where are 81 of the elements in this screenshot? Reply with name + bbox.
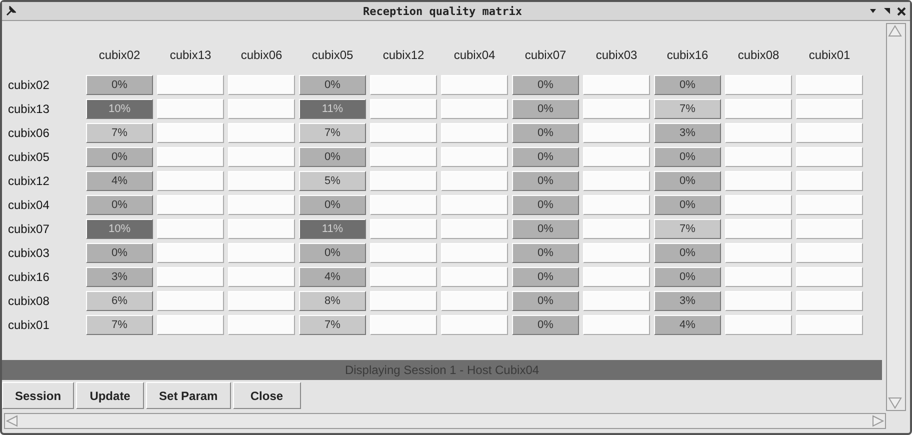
row-header: cubix13 — [8, 102, 50, 116]
maximize-icon[interactable] — [883, 7, 891, 15]
action-button[interactable]: Close — [232, 382, 301, 409]
matrix-cell: 7% — [86, 123, 153, 143]
matrix-cell: 3% — [654, 291, 721, 311]
matrix-cell: 0% — [654, 147, 721, 167]
column-header: cubix06 — [240, 47, 284, 64]
matrix-cell: 3% — [654, 123, 721, 143]
close-icon[interactable] — [897, 6, 906, 16]
row-header: cubix04 — [8, 198, 50, 212]
column-header: cubix08 — [736, 47, 780, 64]
matrix-cell: 3% — [86, 267, 153, 287]
matrix-cell: 8% — [299, 291, 366, 311]
row-header: cubix02 — [8, 78, 50, 92]
matrix-cell: 5% — [299, 171, 366, 191]
horizontal-scrollbar[interactable] — [4, 413, 886, 429]
matrix-cell: 7% — [654, 219, 721, 239]
matrix-cell: 0% — [86, 243, 153, 263]
vertical-scrollbar[interactable] — [886, 23, 906, 411]
matrix-cell: 0% — [512, 315, 579, 335]
matrix-cell: 4% — [654, 315, 721, 335]
matrix-cell: 10% — [86, 99, 153, 119]
matrix-cell: 0% — [512, 195, 579, 215]
row-header: cubix01 — [8, 318, 50, 332]
pin-icon[interactable] — [6, 6, 16, 16]
matrix-cell: 0% — [512, 171, 579, 191]
matrix-cell: 0% — [299, 147, 366, 167]
matrix-cell: 0% — [86, 195, 153, 215]
column-header: cubix16 — [666, 47, 710, 64]
matrix-cell: 0% — [512, 75, 579, 95]
matrix-cell: 7% — [299, 123, 366, 143]
matrix-cell: 0% — [512, 123, 579, 143]
column-header: cubix01 — [808, 47, 852, 64]
matrix-cell: 0% — [86, 75, 153, 95]
matrix-cell: 0% — [299, 75, 366, 95]
column-header: cubix02 — [98, 47, 142, 64]
matrix-cell: 0% — [654, 75, 721, 95]
matrix-cell: 0% — [654, 267, 721, 287]
matrix-cell: 6% — [86, 291, 153, 311]
column-header: cubix12 — [382, 47, 426, 64]
matrix-cell: 0% — [512, 291, 579, 311]
row-header: cubix06 — [8, 126, 50, 140]
scroll-left-icon[interactable] — [5, 415, 19, 427]
matrix-cell: 4% — [86, 171, 153, 191]
matrix-cell: 0% — [299, 243, 366, 263]
matrix-cell: 11% — [299, 219, 366, 239]
action-button[interactable]: Session — [2, 382, 74, 409]
matrix-cell: 10% — [86, 219, 153, 239]
minimize-icon[interactable] — [869, 7, 877, 15]
action-button[interactable]: Update — [76, 382, 144, 409]
scroll-down-icon[interactable] — [887, 396, 903, 410]
column-header: cubix13 — [168, 47, 212, 64]
matrix-cell: 0% — [512, 147, 579, 167]
row-header: cubix08 — [8, 294, 50, 308]
column-header: cubix07 — [524, 47, 568, 64]
action-button[interactable]: Set Param — [146, 382, 231, 409]
row-header: cubix03 — [8, 246, 50, 260]
row-header: cubix12 — [8, 174, 50, 188]
matrix-cell: 0% — [654, 195, 721, 215]
column-header: cubix03 — [594, 47, 638, 64]
matrix-cell: 0% — [512, 219, 579, 239]
matrix-cell: 0% — [512, 243, 579, 263]
matrix-cell: 0% — [299, 195, 366, 215]
scroll-right-icon[interactable] — [871, 415, 885, 427]
matrix-cell: 7% — [86, 315, 153, 335]
column-header: cubix04 — [452, 47, 496, 64]
row-header: cubix07 — [8, 222, 50, 236]
matrix-cell: 0% — [512, 99, 579, 119]
matrix-cell: 4% — [299, 267, 366, 287]
matrix-cell: 0% — [654, 171, 721, 191]
matrix-cell: 11% — [299, 99, 366, 119]
row-header: cubix16 — [8, 270, 50, 284]
matrix-cell: 7% — [299, 315, 366, 335]
matrix-cell: 0% — [654, 243, 721, 263]
window-title: Reception quality matrix — [362, 4, 523, 18]
row-header: cubix05 — [8, 150, 50, 164]
matrix-cell: 0% — [512, 267, 579, 287]
column-header: cubix05 — [310, 47, 354, 64]
scroll-up-icon[interactable] — [887, 24, 903, 38]
matrix-cell: 7% — [654, 99, 721, 119]
matrix-cell: 0% — [86, 147, 153, 167]
